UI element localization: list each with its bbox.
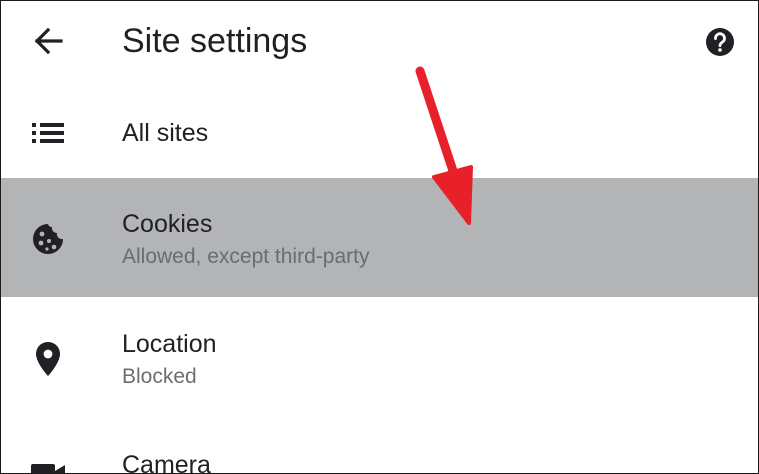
- help-button[interactable]: [701, 23, 739, 61]
- site-settings-screen: Site settings All sites Cookies Allowed,…: [0, 0, 759, 474]
- item-label: All sites: [122, 119, 209, 147]
- cookie-icon: [27, 218, 69, 260]
- item-sublabel: Allowed, except third-party: [122, 245, 370, 268]
- list-item-camera[interactable]: Camera: [1, 427, 758, 474]
- item-label: Camera: [122, 451, 211, 474]
- page-title: Site settings: [122, 22, 308, 60]
- list-icon: [27, 112, 69, 154]
- item-sublabel: Blocked: [122, 365, 197, 388]
- list-item-cookies[interactable]: Cookies Allowed, except third-party: [1, 178, 758, 297]
- list-item-location[interactable]: Location Blocked: [1, 301, 758, 419]
- help-icon: [706, 28, 734, 56]
- arrow-back-icon: [34, 27, 63, 55]
- app-bar: Site settings: [1, 1, 758, 85]
- back-button[interactable]: [25, 21, 71, 61]
- list-item-all-sites[interactable]: All sites: [1, 97, 758, 173]
- item-label: Cookies: [122, 210, 213, 238]
- item-label: Location: [122, 330, 217, 358]
- camera-icon: [27, 453, 69, 473]
- location-pin-icon: [27, 338, 69, 380]
